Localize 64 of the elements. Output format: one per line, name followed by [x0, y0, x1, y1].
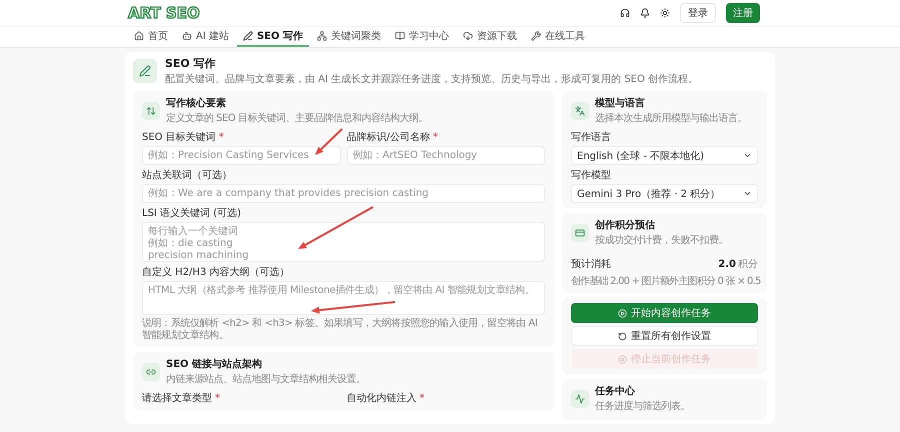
activity-icon — [571, 390, 589, 408]
card-subtitle: 任务进度与筛选列表。 — [595, 400, 690, 413]
field-label: 品牌标识/公司名称 * — [346, 130, 439, 144]
select-field[interactable]: Gemini 3 Pro（推荐 · 2 积分） — [571, 184, 758, 203]
help-note: 说明：系统仅解析 <h2> 和 <h3> 标签。如果填写，大纲将按照您的输入使用，留空将由 AI 智能规划文章结构。 — [142, 318, 538, 342]
card-title: 模型与语言 — [595, 96, 645, 110]
card-title: 创作积分预估 — [595, 218, 655, 232]
nav-tab[interactable]: AI 建站 — [176, 27, 235, 47]
input-field[interactable]: 例如：ArtSEO Technology — [346, 146, 545, 165]
pen-icon — [133, 59, 157, 83]
input-field[interactable]: 例如：We are a company that provides precision casting — [142, 184, 545, 203]
card-subtitle: 选择本次生成所用模型与输出语言。 — [595, 112, 747, 125]
reset-icon — [618, 332, 627, 340]
login-button[interactable]: 登录 — [680, 3, 716, 23]
card-title: 写作核心要素 — [166, 96, 226, 110]
headset-icon[interactable] — [620, 8, 630, 18]
cost-value: 2.0 积分 — [718, 258, 758, 271]
page-subtitle: 配置关键词、品牌与文章要素，由 AI 生成长文并跟踪任务进度，支持预览、历史与导出，形成可复用的 SEO 创作流程。 — [165, 72, 698, 86]
field-label: 请选择文章类型 * — [142, 392, 221, 405]
card-title: 任务中心 — [595, 384, 635, 398]
field-label: SEO 目标关键词 * — [142, 130, 225, 144]
chevron-icon — [743, 151, 752, 160]
annotation-arrow — [315, 128, 343, 155]
field-label: 写作模型 — [571, 168, 612, 182]
play-icon — [618, 308, 627, 318]
nav-tab[interactable]: 在线工具 — [524, 27, 591, 47]
pen-icon — [242, 31, 253, 41]
action-button[interactable]: 开始内容创作任务 — [571, 303, 758, 323]
card-icon — [571, 224, 589, 242]
link-icon — [142, 362, 160, 380]
theme-icon[interactable] — [660, 8, 670, 18]
action-button[interactable]: 重置所有创作设置 — [571, 326, 758, 346]
home-icon — [134, 31, 144, 41]
nav-tab[interactable]: 关键词聚类 — [310, 27, 387, 47]
field-label: 站点关联词（可选） — [142, 168, 233, 182]
field-label: 自动化内链注入 * — [346, 392, 426, 405]
notification-icon[interactable] — [640, 8, 650, 18]
field-label: LSI 语义关键词 (可选) — [142, 206, 242, 220]
network-icon — [316, 31, 327, 41]
card-subtitle: 定义文章的 SEO 目标关键词、主要品牌信息和内容结构大纲。 — [166, 112, 428, 125]
stop-icon — [618, 354, 627, 364]
field-label: 写作语言 — [571, 130, 612, 144]
book-icon — [394, 31, 405, 41]
wrench-icon — [530, 31, 541, 41]
cost-label: 预计消耗 — [571, 258, 611, 271]
input-field[interactable]: 例如：Precision Casting Services — [142, 146, 340, 165]
card-title: SEO 链接与站点架构 — [166, 358, 262, 371]
nav-tab[interactable]: 学习中心 — [388, 27, 455, 47]
nav-tab[interactable]: SEO 写作 — [236, 27, 309, 47]
chevron-icon — [743, 189, 752, 198]
select-field[interactable]: English (全球 - 不限本地化) — [571, 146, 758, 165]
nav-tab[interactable]: 资源下载 — [456, 27, 523, 47]
nav-tab[interactable]: 首页 — [128, 27, 174, 47]
cost-formula: 创作基础 2.00 + 图片额外主图积分 0 张 × 0.5 — [571, 274, 758, 288]
cloud-download-icon — [462, 31, 473, 41]
text-area[interactable]: HTML 大纲（格式参考 推荐使用 Milestone插件生成），留空将由 AI 智能规划文章结构。 — [142, 281, 545, 315]
sort-icon — [142, 102, 160, 120]
field-label: 自定义 H2/H3 内容大纲（可选） — [142, 266, 290, 279]
card-subtitle: 内链来源站点、站点地图与文章结构相关设置。 — [166, 372, 366, 386]
robot-icon — [182, 31, 192, 41]
register-button[interactable]: 注册 — [726, 3, 760, 23]
card-subtitle: 按成功交付计费，失败不扣费。 — [595, 234, 728, 247]
page-title: SEO 写作 — [165, 56, 216, 71]
translate-icon — [571, 102, 589, 120]
